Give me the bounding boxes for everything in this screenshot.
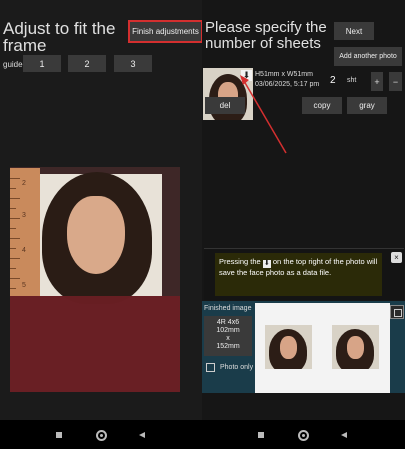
next-button[interactable]: Next: [334, 22, 374, 40]
decrement-button[interactable]: −: [389, 72, 402, 91]
guide-label: guide: [3, 60, 23, 69]
copy-button[interactable]: copy: [302, 97, 342, 114]
home-icon[interactable]: [96, 430, 107, 441]
finished-image-label: Finished image: [204, 305, 252, 312]
download-icon: ⬇: [262, 260, 271, 268]
photo-only-label: Photo only: [220, 364, 254, 371]
ruler-mark-4: 4: [22, 247, 26, 254]
expand-icon[interactable]: [390, 305, 404, 319]
sheets-title: Please specify the number of sheets: [205, 19, 327, 52]
close-icon[interactable]: ×: [391, 252, 402, 263]
back-icon[interactable]: [139, 432, 145, 438]
paper-size-button[interactable]: 4R 4x6 102mm x 152mm: [204, 316, 252, 356]
sheet-unit: sht: [347, 77, 357, 84]
paper-size-line: x: [226, 335, 230, 342]
add-another-photo-button[interactable]: Add another photo: [334, 47, 402, 66]
guide-button-1[interactable]: 1: [23, 55, 61, 72]
guide-button-2[interactable]: 2: [68, 55, 106, 72]
recents-icon[interactable]: [258, 432, 264, 438]
finish-adjustments-highlight: Finish adjustments: [128, 20, 203, 43]
paper-size-line: 4R 4x6: [216, 319, 240, 326]
ruler-mark-5: 5: [22, 282, 26, 289]
finish-adjustments-button[interactable]: Finish adjustments: [130, 22, 201, 41]
tip-box: Pressing the ⬇ on the top right of the p…: [215, 253, 382, 296]
gray-button[interactable]: gray: [347, 97, 387, 114]
back-icon[interactable]: [341, 432, 347, 438]
adjust-title: Adjust to fit the frame: [3, 19, 116, 55]
guide-button-3[interactable]: 3: [114, 55, 152, 72]
print-photo-1: [265, 325, 312, 369]
recents-icon[interactable]: [56, 432, 62, 438]
sheet-count: 2: [330, 75, 336, 86]
home-icon[interactable]: [298, 430, 309, 441]
increment-button[interactable]: +: [371, 72, 383, 91]
delete-button[interactable]: del: [205, 97, 245, 114]
paper-size-line: 152mm: [216, 343, 240, 350]
measurement-ruler: 2 3 4 5: [10, 168, 40, 296]
photo-only-checkbox[interactable]: [206, 363, 215, 372]
paper-size-line: 102mm: [216, 327, 240, 334]
annotation-arrow: [240, 75, 287, 154]
print-photo-2: [332, 325, 379, 369]
tip-panel: Pressing the ⬇ on the top right of the p…: [204, 248, 404, 300]
tip-text: Pressing the ⬇ on the top right of the p…: [219, 257, 379, 278]
frame-shade: [10, 296, 180, 392]
tip-text-before: Pressing the: [219, 257, 261, 266]
ruler-mark-3: 3: [22, 212, 26, 219]
ruler-mark-2: 2: [22, 180, 26, 187]
portrait-face: [67, 196, 125, 274]
